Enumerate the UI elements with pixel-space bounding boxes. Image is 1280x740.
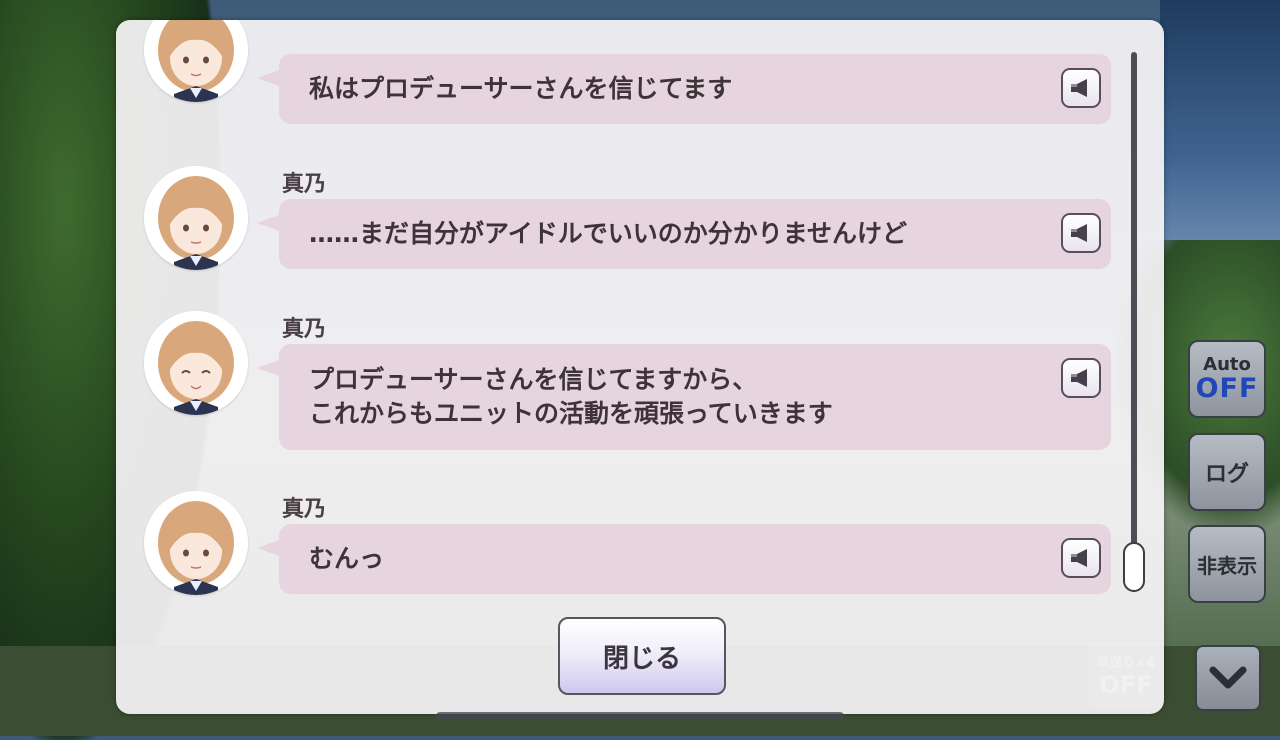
fast-forward-state: OFF <box>1099 671 1153 699</box>
scrollbar-track[interactable] <box>1131 52 1137 592</box>
speaker-icon <box>1071 224 1087 242</box>
speaker-icon <box>1071 369 1087 387</box>
message-text: ……まだ自分がアイドルでいいのか分かりませんけど <box>309 219 908 248</box>
message-bubble: 私はプロデューサーさんを信じてます <box>257 54 1111 124</box>
character-avatar <box>144 311 248 415</box>
message-bubble: ……まだ自分がアイドルでいいのか分かりませんけど <box>257 199 1111 269</box>
message-text: むんっ <box>309 544 385 573</box>
fast-forward-label: 早送り×4 <box>1096 656 1156 671</box>
speaker-name: 真乃 <box>282 317 327 342</box>
message-bubble: むんっ <box>257 524 1111 594</box>
speaker-name: 真乃 <box>282 497 327 522</box>
log-button[interactable]: ログ <box>1188 433 1266 511</box>
hide-ui-button[interactable]: 非表示 <box>1188 525 1266 603</box>
voice-play-button[interactable] <box>1061 213 1101 253</box>
auto-label: Auto <box>1203 354 1251 375</box>
message-text: プロデューサーさんを信じてますから、 <box>309 365 758 394</box>
message-log-list[interactable]: 私はプロデューサーさんを信じてます 真乃 ……まだ自分がアイドルでいいのか分かり… <box>116 20 1124 714</box>
scroll-down-button[interactable] <box>1195 645 1261 711</box>
voice-play-button[interactable] <box>1061 538 1101 578</box>
character-avatar <box>144 166 248 270</box>
background-sky <box>1160 0 1280 260</box>
message-bubble: プロデューサーさんを信じてますから、 これからもユニットの活動を頑張っていきます <box>257 344 1111 450</box>
fast-forward-indicator: 早送り×4 OFF <box>1088 642 1164 708</box>
message-log-panel: 私はプロデューサーさんを信じてます 真乃 ……まだ自分がアイドルでいいのか分かり… <box>116 20 1164 714</box>
voice-play-button[interactable] <box>1061 358 1101 398</box>
character-avatar <box>144 20 248 102</box>
message-text: これからもユニットの活動を頑張っていきます <box>309 399 833 428</box>
close-button[interactable]: 閉じる <box>558 617 726 695</box>
speaker-name: 真乃 <box>282 172 327 197</box>
scrollbar-thumb[interactable] <box>1123 542 1145 592</box>
chevron-down-icon <box>1209 666 1247 689</box>
panel-drag-handle[interactable] <box>436 712 844 720</box>
voice-play-button[interactable] <box>1061 68 1101 108</box>
message-text: 私はプロデューサーさんを信じてます <box>309 74 733 103</box>
auto-toggle-button[interactable]: Auto OFF <box>1188 340 1266 418</box>
character-avatar <box>144 491 248 595</box>
auto-state: OFF <box>1195 373 1259 404</box>
speaker-icon <box>1071 549 1087 567</box>
speaker-icon <box>1071 79 1087 97</box>
